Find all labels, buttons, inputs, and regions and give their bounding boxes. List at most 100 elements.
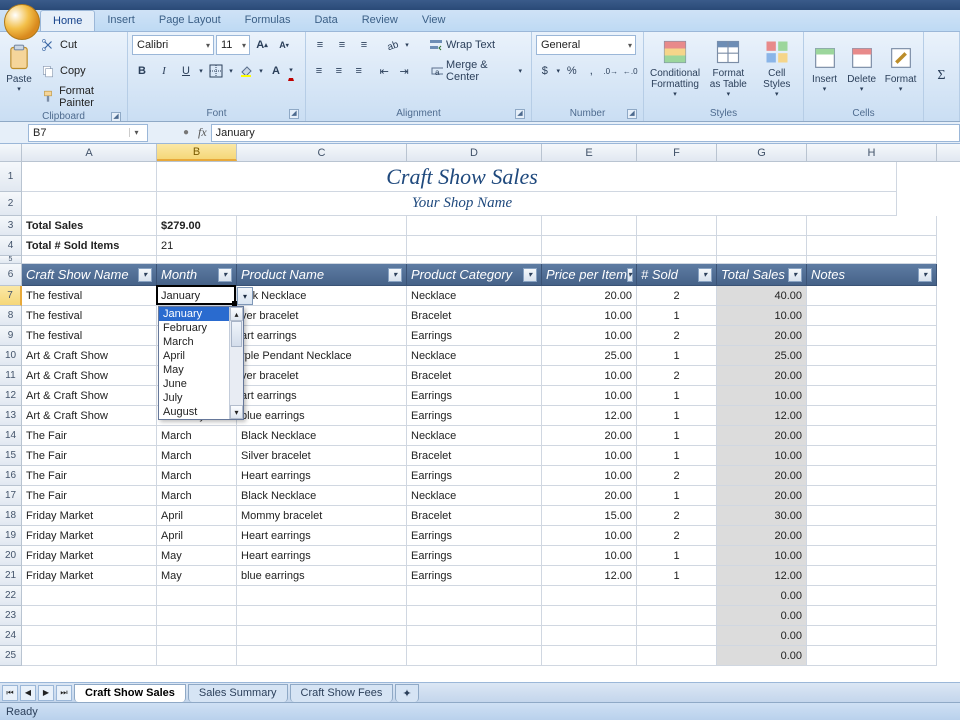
align-right-button[interactable]: ≡ bbox=[350, 61, 368, 81]
row-header[interactable]: 5 bbox=[0, 256, 22, 264]
filter-button[interactable]: ▾ bbox=[138, 268, 152, 282]
percent-format-button[interactable]: % bbox=[563, 61, 581, 81]
font-color-button[interactable]: A bbox=[266, 61, 286, 81]
cell[interactable]: 0.00 bbox=[717, 646, 807, 666]
cell[interactable]: 1 bbox=[637, 386, 717, 406]
grow-font-button[interactable]: A▴ bbox=[252, 35, 272, 55]
column-header-F[interactable]: F bbox=[637, 144, 717, 161]
cell[interactable]: 10.00 bbox=[542, 386, 637, 406]
tab-page-layout[interactable]: Page Layout bbox=[147, 10, 233, 31]
align-center-button[interactable]: ≡ bbox=[330, 61, 348, 81]
cell[interactable]: March bbox=[157, 486, 237, 506]
cell[interactable]: 10.00 bbox=[542, 446, 637, 466]
cell[interactable]: Friday Market bbox=[22, 506, 157, 526]
cell[interactable]: 1 bbox=[637, 426, 717, 446]
cell[interactable] bbox=[807, 326, 937, 346]
column-header-D[interactable]: D bbox=[407, 144, 542, 161]
table-header-notes[interactable]: Notes▾ bbox=[807, 264, 937, 286]
cell[interactable]: 25.00 bbox=[542, 346, 637, 366]
cell[interactable]: May bbox=[157, 546, 237, 566]
cell[interactable] bbox=[637, 236, 717, 256]
cell[interactable] bbox=[807, 506, 937, 526]
cell[interactable]: 10.00 bbox=[542, 526, 637, 546]
cell[interactable] bbox=[807, 446, 937, 466]
cell[interactable]: 30.00 bbox=[717, 506, 807, 526]
bold-button[interactable]: B bbox=[132, 61, 152, 81]
fx-icon[interactable]: fx bbox=[198, 125, 207, 140]
row-header[interactable]: 12 bbox=[0, 386, 22, 406]
sheet-tab[interactable]: Craft Show Sales bbox=[74, 684, 186, 702]
chevron-down-icon[interactable]: ▾ bbox=[129, 128, 143, 137]
cell[interactable]: March bbox=[157, 426, 237, 446]
cell[interactable]: 0.00 bbox=[717, 606, 807, 626]
cell[interactable]: April bbox=[157, 526, 237, 546]
comma-format-button[interactable]: , bbox=[583, 61, 601, 81]
cell[interactable]: May bbox=[157, 566, 237, 586]
italic-button[interactable]: I bbox=[154, 61, 174, 81]
format-painter-button[interactable] bbox=[38, 87, 57, 107]
align-bottom-button[interactable]: ≡ bbox=[354, 35, 374, 55]
cell[interactable]: The Fair bbox=[22, 446, 157, 466]
cell[interactable]: 1 bbox=[637, 406, 717, 426]
row-header[interactable]: 3 bbox=[0, 216, 22, 236]
cell[interactable] bbox=[717, 216, 807, 236]
table-header-product-category[interactable]: Product Category▾ bbox=[407, 264, 542, 286]
tab-nav-last[interactable]: ⏭ bbox=[56, 685, 72, 701]
cell[interactable]: 1 bbox=[637, 486, 717, 506]
row-header[interactable]: 15 bbox=[0, 446, 22, 466]
table-header-craft-show-name[interactable]: Craft Show Name▾ bbox=[22, 264, 157, 286]
cell[interactable]: art earrings bbox=[237, 326, 407, 346]
cell[interactable]: 12.00 bbox=[542, 406, 637, 426]
chevron-down-icon[interactable]: ▾ bbox=[198, 61, 204, 81]
cell[interactable]: blue earrings bbox=[237, 566, 407, 586]
cell-styles-button[interactable]: Cell Styles▾ bbox=[755, 34, 799, 102]
dialog-launcher-icon[interactable]: ◢ bbox=[289, 109, 299, 119]
name-box[interactable]: B7 ▾ bbox=[28, 124, 148, 142]
orientation-button[interactable]: ab bbox=[382, 35, 402, 55]
cell[interactable]: Friday Market bbox=[22, 526, 157, 546]
cell[interactable]: 1 bbox=[637, 546, 717, 566]
tab-nav-prev[interactable]: ◀ bbox=[20, 685, 36, 701]
cell[interactable]: The festival bbox=[22, 286, 157, 306]
cell[interactable]: Black Necklace bbox=[237, 426, 407, 446]
row-header[interactable]: 11 bbox=[0, 366, 22, 386]
align-middle-button[interactable]: ≡ bbox=[332, 35, 352, 55]
cell[interactable]: 2 bbox=[637, 366, 717, 386]
chevron-down-icon[interactable]: ▾ bbox=[404, 35, 410, 55]
cell[interactable]: 40.00 bbox=[717, 286, 807, 306]
row-header[interactable]: 20 bbox=[0, 546, 22, 566]
increase-indent-button[interactable]: ⇥ bbox=[395, 61, 413, 81]
cell[interactable]: 1 bbox=[637, 446, 717, 466]
column-header-H[interactable]: H bbox=[807, 144, 937, 161]
cell[interactable] bbox=[157, 646, 237, 666]
cell[interactable]: Art & Craft Show bbox=[22, 346, 157, 366]
align-left-button[interactable]: ≡ bbox=[310, 61, 328, 81]
cell[interactable] bbox=[807, 236, 937, 256]
insert-cells-button[interactable]: Insert▾ bbox=[808, 34, 841, 102]
cell[interactable]: 10.00 bbox=[542, 366, 637, 386]
cell[interactable]: ver bracelet bbox=[237, 366, 407, 386]
cell[interactable] bbox=[22, 586, 157, 606]
chevron-down-icon[interactable]: ▾ bbox=[556, 61, 562, 81]
row-header[interactable]: 19 bbox=[0, 526, 22, 546]
column-header-A[interactable]: A bbox=[22, 144, 157, 161]
scroll-up-button[interactable]: ▴ bbox=[230, 307, 243, 321]
cell[interactable]: The festival bbox=[22, 306, 157, 326]
cell[interactable]: Total # Sold Items bbox=[22, 236, 157, 256]
row-header[interactable]: 23 bbox=[0, 606, 22, 626]
cell[interactable]: 20.00 bbox=[542, 286, 637, 306]
cell[interactable] bbox=[767, 192, 897, 216]
table-header-total-sales[interactable]: Total Sales▾ bbox=[717, 264, 807, 286]
cell[interactable]: April bbox=[157, 506, 237, 526]
cell[interactable]: Earrings bbox=[407, 466, 542, 486]
underline-button[interactable]: U bbox=[176, 61, 196, 81]
cell[interactable] bbox=[807, 366, 937, 386]
cell[interactable]: Art & Craft Show bbox=[22, 366, 157, 386]
chevron-down-icon[interactable]: ▾ bbox=[258, 61, 264, 81]
cell[interactable] bbox=[807, 486, 937, 506]
column-header-G[interactable]: G bbox=[717, 144, 807, 161]
chevron-down-icon[interactable]: ▾ bbox=[288, 61, 294, 81]
cell[interactable] bbox=[237, 626, 407, 646]
format-as-table-button[interactable]: Format as Table▾ bbox=[706, 34, 750, 102]
cell[interactable]: The Fair bbox=[22, 466, 157, 486]
